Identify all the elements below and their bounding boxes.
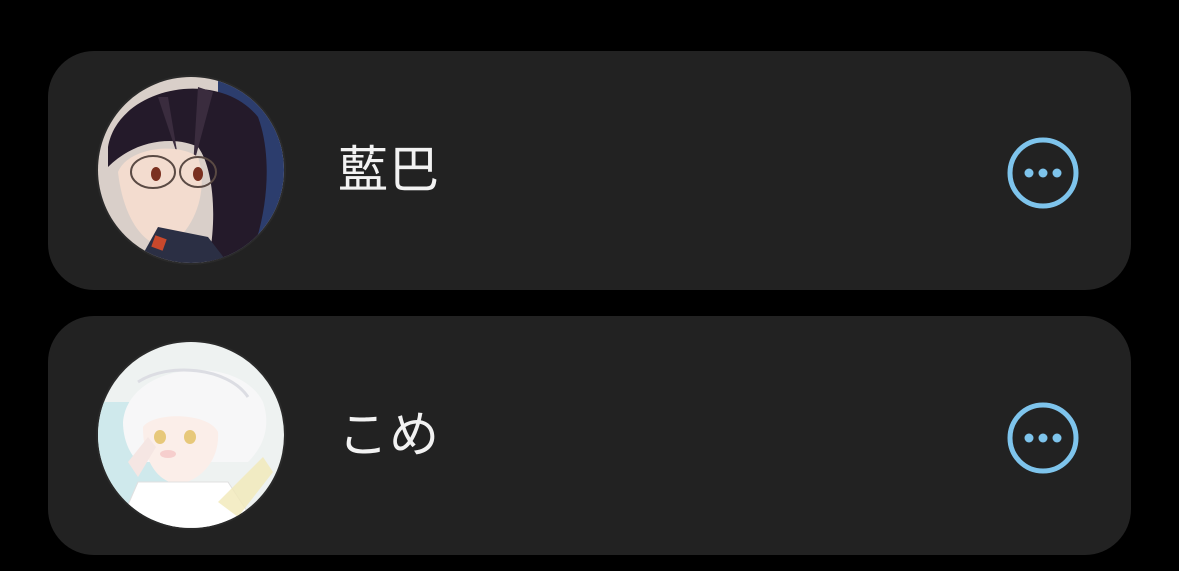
avatar[interactable]	[98, 342, 284, 528]
avatar[interactable]	[98, 77, 284, 263]
more-options-button[interactable]	[1006, 136, 1080, 210]
more-options-button[interactable]	[1006, 401, 1080, 475]
more-horizontal-circle-icon	[1007, 137, 1079, 209]
avatar-image	[98, 77, 284, 263]
contact-name: 藍巴	[338, 141, 440, 199]
more-horizontal-circle-icon	[1007, 402, 1079, 474]
contact-card[interactable]: 藍巴	[48, 51, 1131, 290]
contact-name: こめ	[338, 406, 440, 464]
contact-card[interactable]: こめ	[48, 316, 1131, 555]
avatar-image	[98, 342, 284, 528]
